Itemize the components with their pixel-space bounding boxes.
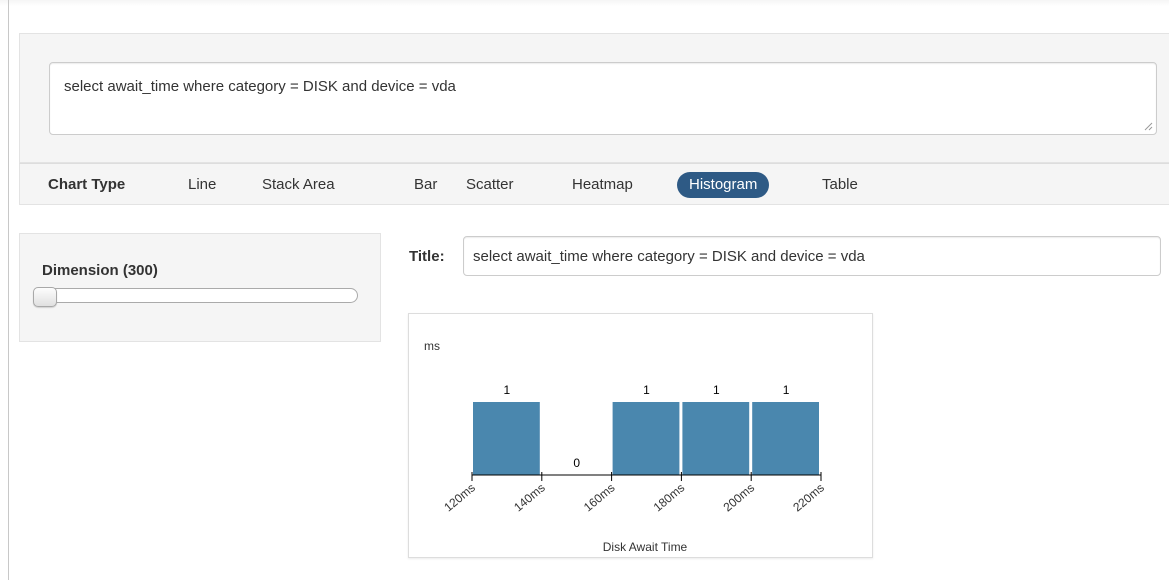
bar-value-label: 1 xyxy=(504,383,511,397)
dimension-panel: Dimension (300) xyxy=(19,233,381,342)
histogram-bar xyxy=(612,402,680,475)
resize-grip-icon[interactable] xyxy=(1144,122,1153,131)
chart-type-bar: Chart Type Line Stack Area Bar Scatter H… xyxy=(19,163,1169,205)
tab-line[interactable]: Line xyxy=(176,172,228,198)
left-divider xyxy=(8,0,9,580)
histogram-bar xyxy=(752,402,819,475)
histogram-bar xyxy=(682,402,750,475)
tab-bar[interactable]: Bar xyxy=(402,172,449,198)
bar-value-label: 1 xyxy=(643,383,650,397)
title-label: Title: xyxy=(409,248,445,265)
tab-table[interactable]: Table xyxy=(810,172,870,198)
query-text: select await_time where category = DISK … xyxy=(64,78,456,95)
histogram-chart: ms 10111 120ms 140ms 160ms 180ms 200ms 220ms … xyxy=(408,313,873,558)
query-textarea[interactable]: select await_time where category = DISK … xyxy=(49,62,1157,135)
tab-heatmap[interactable]: Heatmap xyxy=(560,172,645,198)
dimension-slider-track[interactable] xyxy=(33,288,358,303)
x-tick-label: 200ms xyxy=(721,481,758,515)
y-axis-label: ms xyxy=(424,339,440,353)
histogram-bar xyxy=(473,402,540,475)
bar-value-label: 1 xyxy=(783,383,790,397)
x-tick-label: 220ms xyxy=(790,481,827,515)
query-panel: select await_time where category = DISK … xyxy=(19,33,1169,163)
bar-value-label: 0 xyxy=(573,456,580,470)
x-tick-label: 140ms xyxy=(511,481,548,515)
x-axis-label: Disk Await Time xyxy=(603,540,688,554)
histogram-svg: ms 101 1 1 120ms 140ms 160ms 180ms 200ms 220ms … xyxy=(424,339,827,554)
x-tick-label: 160ms xyxy=(581,481,618,515)
tab-stack-area[interactable]: Stack Area xyxy=(250,172,347,198)
x-tick-label: 120ms xyxy=(441,481,478,515)
bar-value-label: 1 xyxy=(713,383,720,397)
tab-scatter[interactable]: Scatter xyxy=(454,172,526,198)
x-tick-label: 180ms xyxy=(651,481,688,515)
chart-type-label: Chart Type xyxy=(48,176,126,193)
top-edge xyxy=(0,0,1169,6)
tab-histogram[interactable]: Histogram xyxy=(677,172,770,198)
dimension-label: Dimension (300) xyxy=(42,262,158,279)
dimension-slider-handle[interactable] xyxy=(33,287,57,307)
title-input[interactable] xyxy=(463,236,1161,276)
